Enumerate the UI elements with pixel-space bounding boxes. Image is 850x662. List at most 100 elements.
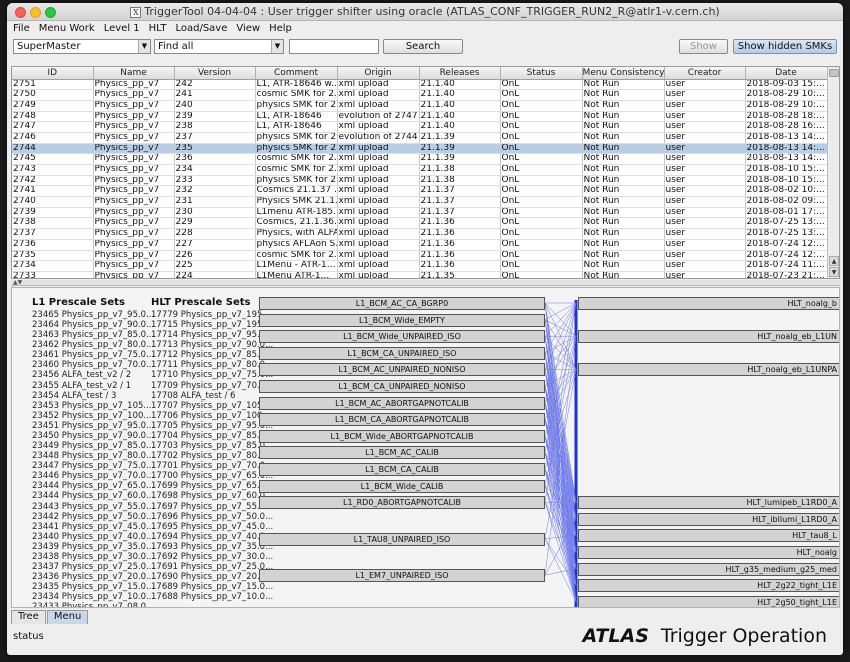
l1-prescale-item[interactable]: 23434 Physics_pp_v7_10.0... [32, 592, 154, 602]
l1-item-box[interactable]: L1_BCM_Wide_EMPTY [259, 313, 545, 327]
column-header[interactable]: Releases [419, 67, 501, 80]
hlt-chain-box[interactable]: HLT_tau8_L [578, 529, 839, 543]
l1-prescale-item[interactable]: 23440 Physics_pp_v7_40.0... [32, 532, 154, 542]
column-header[interactable]: Status [500, 67, 583, 80]
column-header[interactable]: Origin [337, 67, 420, 80]
table-row[interactable]: 2744 Physics_pp_v7 235 physics SMK for 2...… [12, 143, 828, 155]
l1-prescale-item[interactable]: 23454 ALFA_test / 3 [32, 391, 116, 401]
l1-item-box[interactable]: L1_BCM_CA_UNPAIRED_NONISO [259, 380, 545, 393]
tab-tree[interactable]: Tree [11, 610, 46, 624]
key-type-select[interactable]: SuperMaster ▼ [13, 39, 151, 54]
show-button[interactable]: Show [679, 39, 728, 54]
l1-prescale-item[interactable]: 23453 Physics_pp_v7_105... [32, 401, 152, 411]
hlt-chain-box[interactable]: HLT_ibllumi_L1RD0_A [578, 512, 839, 526]
hlt-prescale-item[interactable]: 17703 Physics_pp_v7_85.0... [151, 441, 273, 451]
l1-prescale-item[interactable]: 23449 Physics_pp_v7_85.0... [32, 441, 154, 451]
table-row[interactable]: 2734 Physics_pp_v7 225 L1Menu - ATR-1... xml… [12, 260, 828, 272]
l1-item-box[interactable]: L1_BCM_AC_CALIB [259, 446, 545, 460]
hlt-prescale-item[interactable]: 17706 Physics_pp_v7_100... [151, 411, 271, 421]
l1-item-box[interactable]: L1_BCM_Wide_CALIB [259, 479, 545, 493]
l1-prescale-item[interactable]: 23463 Physics_pp_v7_85.0... [32, 330, 154, 340]
l1-prescale-item[interactable]: 23447 Physics_pp_v7_75.0... [32, 461, 154, 471]
l1-prescale-item[interactable]: 23433 Physics_pp_v7_08.0... [32, 602, 154, 607]
table-row[interactable]: 2749 Physics_pp_v7 240 physics SMK for 2...… [12, 100, 828, 112]
l1-item-box[interactable]: L1_EM7_UNPAIRED_ISO [259, 569, 545, 583]
l1-prescale-item[interactable]: 23439 Physics_pp_v7_35.0... [32, 542, 154, 552]
hlt-prescale-item[interactable]: 17698 Physics_pp_v7_60.0... [151, 491, 273, 501]
scroll-up-icon[interactable]: ▲ [829, 256, 839, 266]
hlt-prescale-item[interactable]: 17692 Physics_pp_v7_30.0... [151, 552, 273, 562]
table-row[interactable]: 2747 Physics_pp_v7 238 L1, ATR-18646 xml upl… [12, 121, 828, 133]
table-row[interactable]: 2739 Physics_pp_v7 230 L1menu ATR-185... xml… [12, 207, 828, 219]
l1-prescale-item[interactable]: 23462 Physics_pp_v7_80.0... [32, 340, 154, 350]
l1-prescale-item[interactable]: 23450 Physics_pp_v7_90.0... [32, 431, 154, 441]
l1-item-box[interactable]: L1_RD0_ABORTGAPNOTCALIB [259, 496, 545, 510]
hlt-prescale-item[interactable]: 17779 Physics_pp_v7_195... [151, 310, 271, 320]
l1-item-box[interactable]: L1_BCM_CA_ABORTGAPNOTCALIB [259, 413, 545, 427]
table-scrollbar[interactable]: ▲ ▼ [827, 67, 839, 278]
l1-prescale-item[interactable]: 23455 ALFA_test_v2 / 1 [32, 381, 131, 391]
hlt-prescale-item[interactable]: 17707 Physics_pp_v7_105... [151, 401, 271, 411]
hlt-chain-box[interactable]: HLT_2g50_tight_L1E [578, 595, 839, 607]
search-button[interactable]: Search [383, 39, 463, 54]
hlt-prescale-item[interactable]: 17710 Physics_pp_v7_75.0... [151, 370, 273, 380]
hlt-chain-box[interactable]: HLT_2g22_tight_L1E [578, 579, 839, 593]
hlt-prescale-item[interactable]: 17694 Physics_pp_v7_40.0... [151, 532, 273, 542]
table-row[interactable]: 2738 Physics_pp_v7 229 Cosmics, 21.1.36... x… [12, 217, 828, 230]
l1-prescale-item[interactable]: 23436 Physics_pp_v7_20.0... [32, 572, 154, 582]
l1-item-box[interactable]: L1_TAU8_UNPAIRED_ISO [259, 532, 545, 546]
table-row[interactable]: 2741 Physics_pp_v7 232 Cosmics 21.1.37 ... x… [12, 185, 828, 198]
l1-prescale-item[interactable]: 23456 ALFA_test_v2 / 2 [32, 370, 131, 380]
menu-load-save[interactable]: Load/Save [175, 23, 227, 34]
hlt-prescale-item[interactable]: 17702 Physics_pp_v7_80.0... [151, 451, 273, 461]
table-row[interactable]: 2736 Physics_pp_v7 227 physics AFLAon S... x… [12, 239, 828, 251]
menu-hlt[interactable]: HLT [149, 23, 167, 34]
hlt-prescale-item[interactable]: 17691 Physics_pp_v7_25.0... [151, 562, 273, 572]
hlt-chain-box[interactable]: HLT_noalg_eb_L1UNPA [578, 363, 839, 377]
table-row[interactable]: 2735 Physics_pp_v7 226 cosmic SMK for 2... x… [12, 250, 828, 262]
l1-item-box[interactable]: L1_BCM_AC_ABORTGAPNOTCALIB [259, 396, 545, 410]
search-input[interactable] [289, 39, 379, 54]
hlt-chain-box[interactable]: HLT_noalg [578, 546, 839, 559]
l1-item-box[interactable]: L1_BCM_CA_UNPAIRED_ISO [259, 346, 545, 360]
hlt-prescale-item[interactable]: 17714 Physics_pp_v7_95.0... [151, 330, 273, 340]
hlt-prescale-item[interactable]: 17709 Physics_pp_v7_70.0... [151, 381, 273, 391]
hlt-prescale-item[interactable]: 17711 Physics_pp_v7_80.0... [151, 360, 273, 370]
hlt-prescale-item[interactable]: 17697 Physics_pp_v7_55.0... [151, 502, 273, 512]
l1-item-box[interactable]: L1_BCM_AC_UNPAIRED_NONISO [259, 363, 545, 377]
menu-file[interactable]: File [13, 23, 30, 34]
hlt-prescale-item[interactable]: 17712 Physics_pp_v7_85.0... [151, 350, 273, 360]
scroll-down-icon[interactable]: ▼ [829, 267, 839, 277]
l1-prescale-item[interactable]: 23452 Physics_pp_v7_100... [32, 411, 152, 421]
column-header[interactable]: Date [745, 67, 828, 80]
hlt-prescale-item[interactable]: 17689 Physics_pp_v7_15.0... [151, 582, 273, 592]
column-header[interactable]: Comment [255, 67, 338, 80]
tab-menu[interactable]: Menu [46, 610, 89, 624]
column-header[interactable]: Creator [664, 67, 746, 80]
column-header[interactable]: Version [174, 67, 256, 80]
table-row[interactable]: 2737Physics_pp_v7228Physics, with ALFA..… [12, 228, 828, 240]
table-row[interactable]: 2742 Physics_pp_v7 233 physics SMK for 2...… [12, 175, 828, 187]
hlt-prescale-item[interactable]: 17705 Physics_pp_v7_95.0... [151, 421, 273, 431]
column-header[interactable]: ID [12, 67, 94, 80]
l1-prescale-item[interactable]: 23443 Physics_pp_v7_55.0... [32, 502, 154, 512]
table-row[interactable]: 2740 Physics_pp_v7 231 Physics SMK 21.1... x… [12, 196, 828, 208]
l1-prescale-item[interactable]: 23460 Physics_pp_v7_70.0... [32, 360, 154, 370]
menu-help[interactable]: Help [269, 23, 292, 34]
show-hidden-smks-button[interactable]: Show hidden SMKs [733, 39, 837, 54]
l1-prescale-item[interactable]: 23464 Physics_pp_v7_90.0... [32, 320, 154, 330]
table-row[interactable]: 2745 Physics_pp_v7 236 cosmic SMK for 2... x… [12, 153, 828, 165]
hlt-prescale-item[interactable]: 17713 Physics_pp_v7_90.0... [151, 340, 273, 350]
hlt-prescale-item[interactable]: 17696 Physics_pp_v7_50.0... [151, 512, 273, 522]
menu-view[interactable]: View [236, 23, 260, 34]
table-row[interactable]: 2751 Physics_pp_v7 242 L1, ATR-18646 w... xm… [12, 79, 828, 91]
hlt-chain-box[interactable]: HLT_noalg_b [578, 297, 839, 310]
table-row[interactable]: 2746 Physics_pp_v7 237 physics SMK for 2...… [12, 132, 828, 144]
column-header[interactable]: Menu Consistency [582, 67, 665, 80]
l1-prescale-item[interactable]: 23444 Physics_pp_v7_65.0... [32, 481, 154, 491]
hlt-prescale-item[interactable]: 17715 Physics_pp_v7_195... [151, 320, 271, 330]
l1-prescale-item[interactable]: 23446 Physics_pp_v7_70.0... [32, 471, 154, 481]
l1-item-box[interactable]: L1_BCM_Wide_ABORTGAPNOTCALIB [259, 429, 545, 443]
hlt-chain-box[interactable]: HLT_lumipeb_L1RD0_A [578, 496, 839, 510]
menu-level-1[interactable]: Level 1 [104, 23, 140, 34]
